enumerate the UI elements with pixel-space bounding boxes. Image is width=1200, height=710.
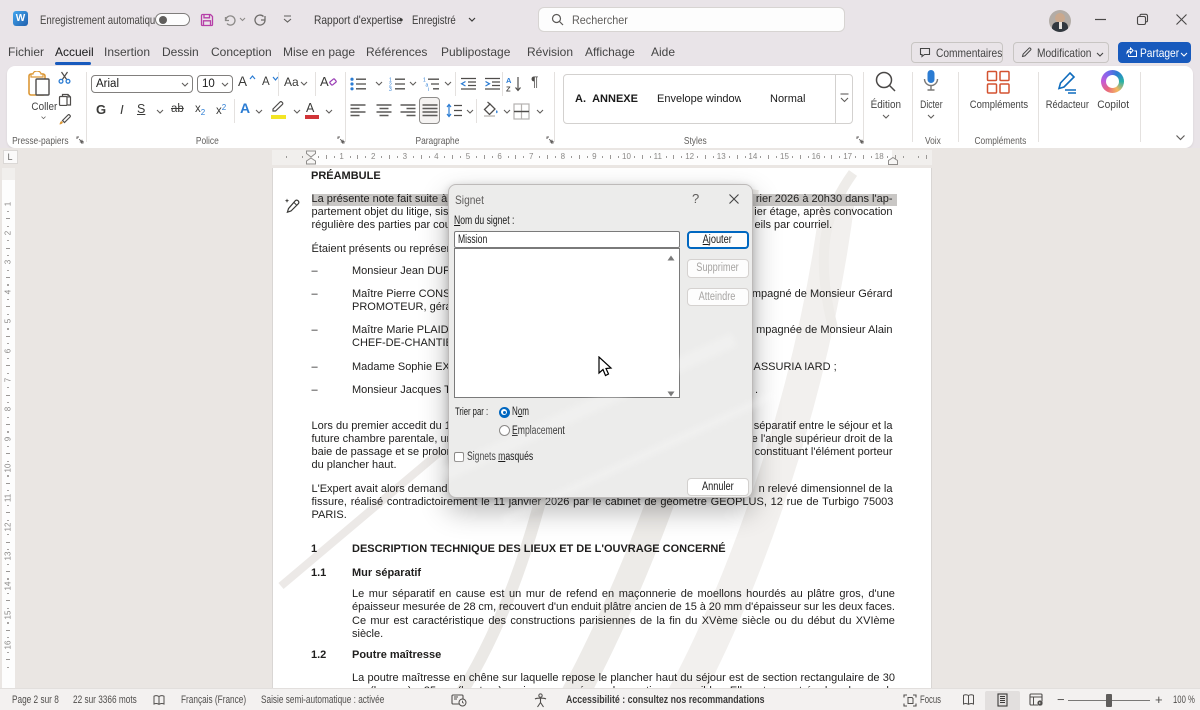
- svg-text:i: i: [428, 87, 429, 91]
- svg-text:Z: Z: [506, 85, 511, 93]
- svg-text:3: 3: [389, 87, 392, 91]
